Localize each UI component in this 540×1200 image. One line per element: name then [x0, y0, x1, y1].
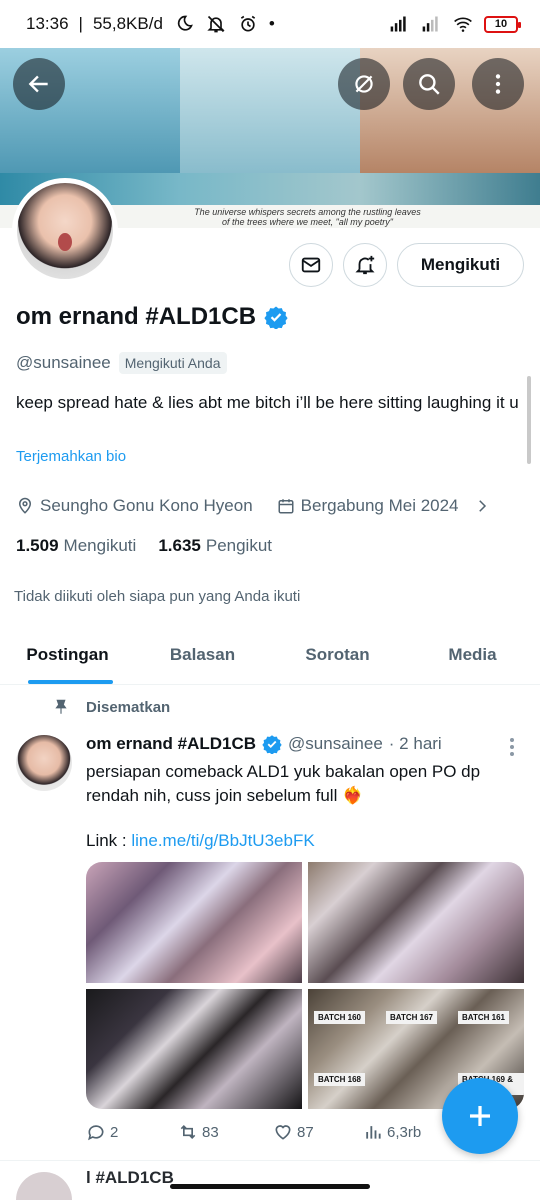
batch-label: BATCH 160 [314, 1010, 365, 1024]
follows-you-badge: Mengikuti Anda [118, 352, 227, 374]
batch-label: BATCH 161 [458, 1010, 509, 1024]
tweet-time: · 2 hari [388, 734, 442, 753]
tweet-link-prefix: Link : [86, 831, 132, 850]
batch-label: BATCH 167 [386, 1010, 437, 1024]
message-button[interactable] [289, 243, 333, 287]
tweet-author-avatar[interactable] [16, 735, 72, 791]
followers-label: Pengikut [205, 536, 273, 555]
reply-button[interactable]: 2 [86, 1122, 178, 1142]
tweet-header: om ernand #ALD1CB @sunsainee · 2 hari [86, 734, 526, 754]
translate-bio-link[interactable]: Terjemahkan bio [16, 448, 126, 465]
network-speed: 55,8KB/d [92, 14, 163, 33]
grok-button[interactable] [338, 58, 390, 110]
tweet-more-button[interactable] [504, 736, 520, 758]
profile-joined-date: Bergabung Mei 2024 [300, 496, 459, 515]
banner-photo-2 [180, 48, 360, 173]
tweet-media-grid: BATCH 160 BATCH 167 BATCH 161 BATCH 168 … [86, 862, 524, 1109]
tweet-text: persiapan comeback ALD1 yuk bakalan open… [86, 762, 481, 805]
following-count-link[interactable]: 1.509 Mengikuti [16, 536, 136, 556]
profile-name-row: om ernand #ALD1CB [16, 303, 288, 331]
tab-replies[interactable]: Balasan [135, 625, 270, 684]
like-count: 87 [297, 1123, 314, 1141]
notifications-button[interactable] [343, 243, 387, 287]
tweet-author-handle: @sunsainee [288, 734, 383, 753]
next-tweet-avatar[interactable] [16, 1172, 72, 1200]
verified-badge-icon[interactable] [264, 305, 288, 329]
chevron-right-icon[interactable] [473, 497, 491, 515]
following-count: 1.509 [16, 536, 59, 555]
follow-counts: 1.509 Mengikuti 1.635 Pengikut [16, 536, 272, 556]
more-vertical-icon [495, 74, 501, 94]
profile-meta: Seungho Gonu Kono Hyeon Bergabung Mei 20… [16, 496, 526, 516]
more-options-button[interactable] [472, 58, 524, 110]
reply-icon [88, 1125, 104, 1141]
tweet-link-line: Link : line.me/ti/g/BbJtU3ebFK [86, 831, 315, 851]
alarm-icon [237, 13, 259, 35]
followers-count: 1.635 [158, 536, 201, 555]
home-indicator[interactable] [170, 1184, 370, 1189]
next-tweet-partial: l #ALD1CB [86, 1168, 174, 1187]
bell-off-icon [205, 13, 227, 35]
retweet-button[interactable]: 83 [178, 1122, 273, 1142]
avatar-image [17, 183, 113, 279]
search-button[interactable] [403, 58, 455, 110]
reply-count: 2 [110, 1123, 119, 1141]
tweet-media-2[interactable] [308, 862, 524, 983]
profile-avatar[interactable] [12, 178, 118, 284]
handle-row: @sunsainee Mengikuti Anda [16, 352, 227, 374]
profile-tabs: Postingan Balasan Sorotan Media [0, 625, 540, 685]
calendar-icon [278, 499, 294, 514]
tweet-link[interactable]: line.me/ti/g/BbJtU3ebFK [131, 831, 314, 850]
retweet-count: 83 [202, 1123, 219, 1141]
compose-tweet-button[interactable] [442, 1078, 518, 1154]
grok-icon [355, 75, 373, 93]
tab-media[interactable]: Media [405, 625, 540, 684]
following-label: Mengikuti [63, 536, 137, 555]
signal-icon-2 [420, 13, 442, 35]
status-time: 13:36 [26, 14, 69, 33]
display-name: om ernand #ALD1CB [16, 303, 257, 330]
signal-icon [388, 13, 410, 35]
view-count: 6,3rb [387, 1123, 422, 1141]
back-arrow-icon [28, 75, 48, 93]
search-icon [419, 74, 440, 95]
followers-count-link[interactable]: 1.635 Pengikut [158, 536, 272, 556]
tab-posts[interactable]: Postingan [0, 625, 135, 684]
not-followed-note: Tidak diikuti oleh siapa pun yang Anda i… [14, 588, 301, 605]
following-button[interactable]: Mengikuti [397, 243, 524, 287]
status-bar: 13:36 | 55,8KB/d • 10 [0, 0, 540, 48]
location-pin-icon [18, 497, 32, 514]
tweet-media-3[interactable] [86, 988, 302, 1109]
moon-icon [173, 13, 195, 35]
profile-bio: keep spread hate & lies abt me bitch i’l… [16, 393, 519, 412]
pinned-indicator: Disematkan [52, 698, 170, 716]
back-button[interactable] [13, 58, 65, 110]
tweet-author-name[interactable]: om ernand #ALD1CB [86, 734, 256, 754]
retweet-icon [180, 1124, 196, 1140]
tweet-media-1[interactable] [86, 862, 302, 983]
plus-icon [470, 1106, 490, 1126]
dot-icon: • [268, 14, 275, 33]
tab-highlights[interactable]: Sorotan [270, 625, 405, 684]
scrollbar[interactable] [527, 376, 531, 464]
battery-icon: 10 [484, 15, 521, 33]
verified-badge-icon [262, 735, 282, 754]
profile-handle: @sunsainee [16, 353, 111, 372]
envelope-icon [301, 257, 321, 273]
pinned-label: Disematkan [86, 698, 171, 716]
bell-plus-icon [355, 255, 375, 275]
like-button[interactable]: 87 [273, 1122, 363, 1142]
batch-label: BATCH 168 [314, 1072, 365, 1086]
views-icon [366, 1126, 381, 1139]
pin-icon [55, 699, 67, 714]
tweet-divider [0, 1160, 540, 1161]
wifi-icon [452, 13, 474, 35]
profile-location: Seungho Gonu Kono Hyeon [40, 496, 253, 515]
heart-icon [275, 1125, 291, 1140]
views-button[interactable]: 6,3rb [363, 1122, 421, 1142]
